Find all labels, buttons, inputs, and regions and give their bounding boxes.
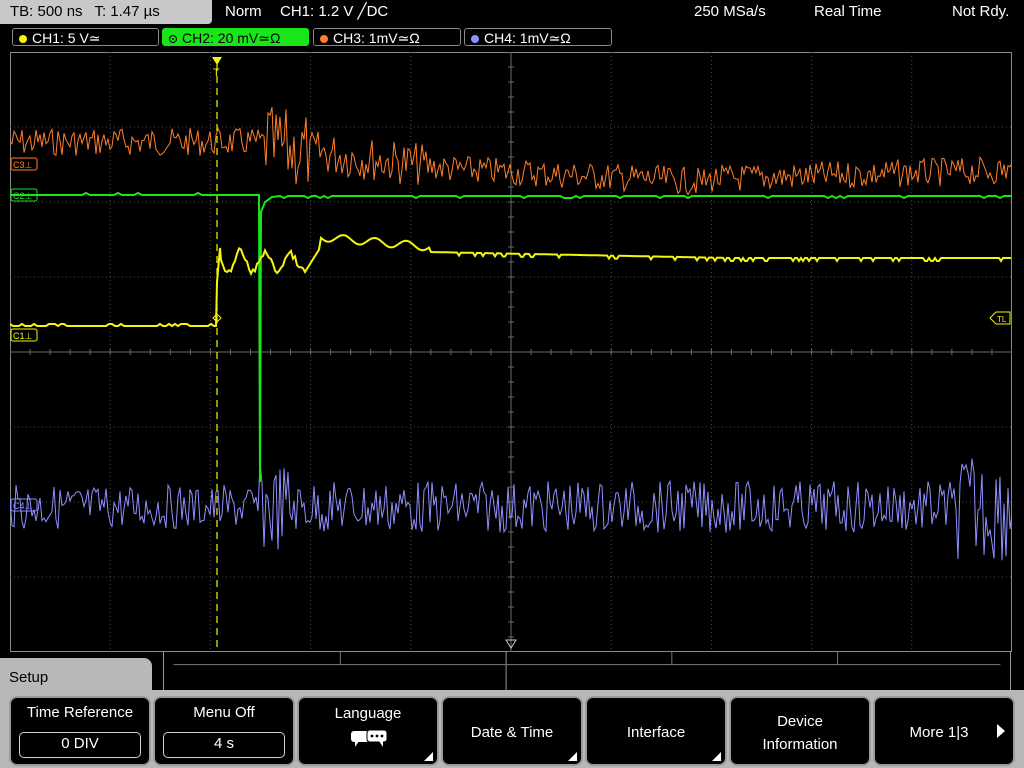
- trigger-status: Not Rdy.: [952, 3, 1010, 20]
- trigger-source[interactable]: CH1: 1.2 V ╱DC: [280, 0, 388, 24]
- device-information-label-2: Information: [762, 736, 838, 753]
- ch4-offset-label: C4⊥: [13, 501, 33, 511]
- submenu-corner-icon: [712, 752, 721, 761]
- trigger-level-label: TL: [997, 315, 1007, 324]
- menu-off-label: Menu Off: [193, 704, 255, 721]
- status-bar: TB: 500 ns T: 1.47 µs Norm CH1: 1.2 V ╱D…: [0, 0, 1024, 24]
- next-page-icon: [997, 724, 1005, 738]
- language-label: Language: [334, 705, 402, 722]
- time-reference-label: Time Reference: [26, 704, 134, 721]
- more-button[interactable]: More 1|3: [873, 696, 1015, 766]
- date-time-label: Date & Time: [470, 724, 554, 741]
- date-time-button[interactable]: Date & Time: [441, 696, 583, 766]
- channel-tab-ch3[interactable]: CH3: 1mV≃Ω: [313, 28, 461, 46]
- interface-label: Interface: [626, 724, 686, 741]
- ch3-label: CH3: 1mV≃Ω: [333, 30, 420, 46]
- ch3-color-icon: [320, 35, 328, 43]
- submenu-corner-icon: [568, 752, 577, 761]
- ch1-color-icon: [19, 35, 27, 43]
- speech-bubbles-icon: [351, 729, 388, 747]
- timebase-readout[interactable]: TB: 500 ns T: 1.47 µs: [0, 0, 212, 24]
- trigger-mode[interactable]: Norm: [225, 0, 262, 24]
- menu-title: Setup: [0, 658, 152, 698]
- menu-off-button[interactable]: Menu Off 4 s: [153, 696, 295, 766]
- language-button[interactable]: Language: [297, 696, 439, 766]
- ch4-color-icon: [471, 35, 479, 43]
- channel-tab-ch1[interactable]: CH1: 5 V≃: [12, 28, 159, 46]
- sample-rate: 250 MSa/s: [694, 3, 766, 20]
- ch1-offset-label: C1⊥: [13, 331, 33, 341]
- time-reference-value: 0 DIV: [19, 732, 141, 758]
- waveform-display[interactable]: T C3⊥ C2⊥ C1⊥ C4⊥ TL: [10, 52, 1012, 652]
- ch3-offset-label: C3⊥: [13, 160, 33, 170]
- device-information-label: Device: [777, 713, 823, 730]
- channel-tab-ch2[interactable]: CH2: 20 mV≃Ω: [162, 28, 309, 46]
- channel-tab-ch4[interactable]: CH4: 1mV≃Ω: [464, 28, 612, 46]
- timebase-value: TB: 500 ns: [10, 3, 83, 20]
- ch1-label: CH1: 5 V≃: [32, 30, 101, 46]
- device-information-button[interactable]: Device Information: [729, 696, 871, 766]
- more-label: More 1|3: [909, 724, 969, 741]
- zoom-strip: [163, 651, 1011, 691]
- ch2-offset-label: C2⊥: [13, 191, 33, 201]
- acquisition-mode: Real Time: [814, 3, 882, 20]
- submenu-corner-icon: [424, 752, 433, 761]
- ch2-color-icon: [169, 35, 177, 43]
- interface-button[interactable]: Interface: [585, 696, 727, 766]
- trigger-marker-label: T: [213, 67, 220, 79]
- ch4-label: CH4: 1mV≃Ω: [484, 30, 571, 46]
- trigger-time-value: T: 1.47 µs: [94, 3, 160, 20]
- time-reference-button[interactable]: Time Reference 0 DIV: [9, 696, 151, 766]
- menu-off-value: 4 s: [163, 732, 285, 758]
- ch2-label: CH2: 20 mV≃Ω: [182, 30, 281, 46]
